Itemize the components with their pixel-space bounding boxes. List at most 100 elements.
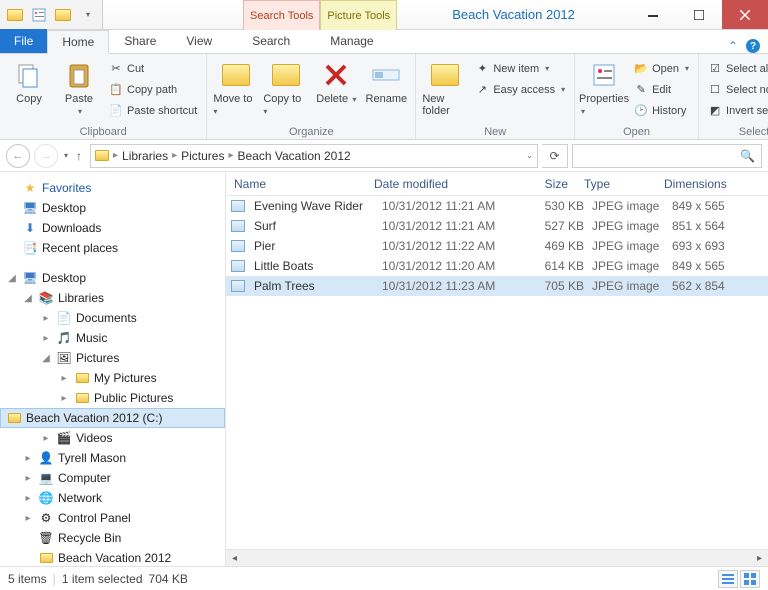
qat-properties-icon[interactable] — [28, 4, 50, 26]
copy-button[interactable]: Copy — [6, 57, 52, 105]
tree-desktop[interactable]: ◢🖥Desktop — [0, 268, 225, 288]
tree-pictures[interactable]: ◢🖼Pictures — [0, 348, 225, 368]
invert-selection-button[interactable]: ◩Invert selection — [705, 101, 768, 120]
file-name: Pier — [250, 239, 378, 253]
refresh-button[interactable]: ⟳ — [542, 144, 568, 168]
tree-beachvacation[interactable]: Beach Vacation 2012 (C:) — [0, 408, 225, 428]
close-button[interactable] — [722, 0, 768, 29]
file-tab[interactable]: File — [0, 29, 47, 53]
new-folder-button[interactable]: New folder — [422, 57, 468, 117]
tree-fav-recent[interactable]: 📑Recent places — [0, 238, 225, 258]
tree-user[interactable]: ▸👤Tyrell Mason — [0, 448, 225, 468]
search-tools-tab[interactable]: Search Tools — [243, 0, 320, 30]
qat-dropdown-icon[interactable]: ▾ — [76, 4, 98, 26]
select-all-button[interactable]: ☑Select all — [705, 59, 768, 78]
tree-videos[interactable]: ▸🎬Videos — [0, 428, 225, 448]
delete-button[interactable]: Delete ▾ — [313, 57, 359, 105]
view-thumbnails-button[interactable] — [740, 570, 760, 588]
copy-path-button[interactable]: 📋Copy path — [106, 80, 200, 99]
scroll-right-icon[interactable]: ▸ — [751, 553, 768, 564]
tree-computer[interactable]: ▸💻Computer — [0, 468, 225, 488]
file-type: JPEG image — [588, 239, 668, 253]
recent-icon: 📑 — [22, 240, 38, 256]
navigation-tree[interactable]: ★Favorites 🖥Desktop ⬇Downloads 📑Recent p… — [0, 172, 226, 566]
tree-fav-desktop[interactable]: 🖥Desktop — [0, 198, 225, 218]
view-tab[interactable]: View — [171, 29, 227, 53]
col-date[interactable]: Date modified — [366, 177, 506, 191]
share-tab[interactable]: Share — [109, 29, 171, 53]
file-row[interactable]: Palm Trees10/31/2012 11:23 AM705 KBJPEG … — [226, 276, 768, 296]
up-button[interactable]: ↑ — [72, 149, 86, 163]
tree-favorites[interactable]: ★Favorites — [0, 178, 225, 198]
clipboard-group: Copy Paste▾ ✂Cut 📋Copy path 📄Paste short… — [0, 54, 207, 139]
tree-network[interactable]: ▸🌐Network — [0, 488, 225, 508]
qat-newfolder-icon[interactable] — [52, 4, 74, 26]
col-dim[interactable]: Dimensions — [656, 177, 746, 191]
file-name: Surf — [250, 219, 378, 233]
tree-libraries[interactable]: ◢📚Libraries — [0, 288, 225, 308]
maximize-button[interactable] — [676, 0, 722, 29]
tree-documents[interactable]: ▸📄Documents — [0, 308, 225, 328]
history-dropdown-icon[interactable]: ▾ — [64, 151, 68, 160]
collapse-ribbon-icon[interactable]: ⌃ — [728, 39, 738, 53]
file-row[interactable]: Little Boats10/31/2012 11:20 AM614 KBJPE… — [226, 256, 768, 276]
rename-button[interactable]: Rename — [363, 57, 409, 105]
help-icon[interactable]: ? — [746, 39, 760, 53]
tree-recyclebin[interactable]: 🗑Recycle Bin — [0, 528, 225, 548]
col-name[interactable]: Name — [226, 177, 366, 191]
tree-publicpictures[interactable]: ▸Public Pictures — [0, 388, 225, 408]
breadcrumb-pictures[interactable]: Pictures — [181, 149, 224, 163]
file-row[interactable]: Pier10/31/2012 11:22 AM469 KBJPEG image6… — [226, 236, 768, 256]
search-field[interactable] — [579, 149, 740, 163]
recycle-icon: 🗑 — [38, 530, 54, 546]
paste-shortcut-icon: 📄 — [109, 104, 123, 118]
breadcrumb-libraries[interactable]: Libraries — [122, 149, 168, 163]
new-item-button[interactable]: ✦New item▾ — [472, 59, 568, 78]
horizontal-scrollbar[interactable]: ◂ ▸ — [226, 549, 768, 566]
folder-icon — [74, 390, 90, 406]
edit-button[interactable]: ✎Edit — [631, 80, 692, 99]
copy-to-button[interactable]: Copy to ▾ — [263, 57, 309, 117]
paste-button[interactable]: Paste▾ — [56, 57, 102, 116]
picture-tools-tab[interactable]: Picture Tools — [320, 0, 397, 30]
open-button[interactable]: 📂Open▾ — [631, 59, 692, 78]
qat-folder-icon[interactable] — [4, 4, 26, 26]
scroll-left-icon[interactable]: ◂ — [226, 553, 243, 564]
search-input[interactable]: 🔍 — [572, 144, 762, 168]
select-none-button[interactable]: ☐Select none — [705, 80, 768, 99]
organize-group-label: Organize — [213, 124, 409, 138]
move-to-button[interactable]: Move to ▾ — [213, 57, 259, 117]
manage-tab[interactable]: Manage — [315, 29, 388, 53]
music-icon: 🎵 — [56, 330, 72, 346]
tree-mypictures[interactable]: ▸My Pictures — [0, 368, 225, 388]
file-row[interactable]: Surf10/31/2012 11:21 AM527 KBJPEG image8… — [226, 216, 768, 236]
breadcrumb-dropdown-icon[interactable]: ⌄ — [526, 151, 533, 160]
cut-button[interactable]: ✂Cut — [106, 59, 200, 78]
easy-access-button[interactable]: ↗Easy access▾ — [472, 80, 568, 99]
file-date: 10/31/2012 11:20 AM — [378, 259, 518, 273]
view-details-button[interactable] — [718, 570, 738, 588]
file-type: JPEG image — [588, 199, 668, 213]
open-group: Properties ▾ 📂Open▾ ✎Edit 🕑History Open — [575, 54, 699, 139]
search-tab[interactable]: Search — [237, 29, 305, 53]
tree-controlpanel[interactable]: ▸⚙Control Panel — [0, 508, 225, 528]
column-headers[interactable]: Name Date modified Size Type Dimensions — [226, 172, 768, 196]
breadcrumb[interactable]: ▸ Libraries ▸ Pictures ▸ Beach Vacation … — [90, 144, 538, 168]
history-button[interactable]: 🕑History — [631, 101, 692, 120]
breadcrumb-leaf[interactable]: Beach Vacation 2012 — [238, 149, 351, 163]
properties-button[interactable]: Properties ▾ — [581, 57, 627, 117]
col-type[interactable]: Type — [576, 177, 656, 191]
tree-fav-downloads[interactable]: ⬇Downloads — [0, 218, 225, 238]
copy-path-icon: 📋 — [109, 83, 123, 97]
search-icon[interactable]: 🔍 — [740, 149, 755, 163]
tree-music[interactable]: ▸🎵Music — [0, 328, 225, 348]
minimize-button[interactable] — [630, 0, 676, 29]
paste-shortcut-button[interactable]: 📄Paste shortcut — [106, 101, 200, 120]
col-size[interactable]: Size — [506, 177, 576, 191]
file-row[interactable]: Evening Wave Rider10/31/2012 11:21 AM530… — [226, 196, 768, 216]
tree-beachvacation-desktop[interactable]: Beach Vacation 2012 — [0, 548, 225, 566]
back-button[interactable]: ← — [6, 144, 30, 168]
computer-icon: 💻 — [38, 470, 54, 486]
home-tab[interactable]: Home — [47, 30, 109, 54]
forward-button[interactable]: → — [34, 144, 58, 168]
